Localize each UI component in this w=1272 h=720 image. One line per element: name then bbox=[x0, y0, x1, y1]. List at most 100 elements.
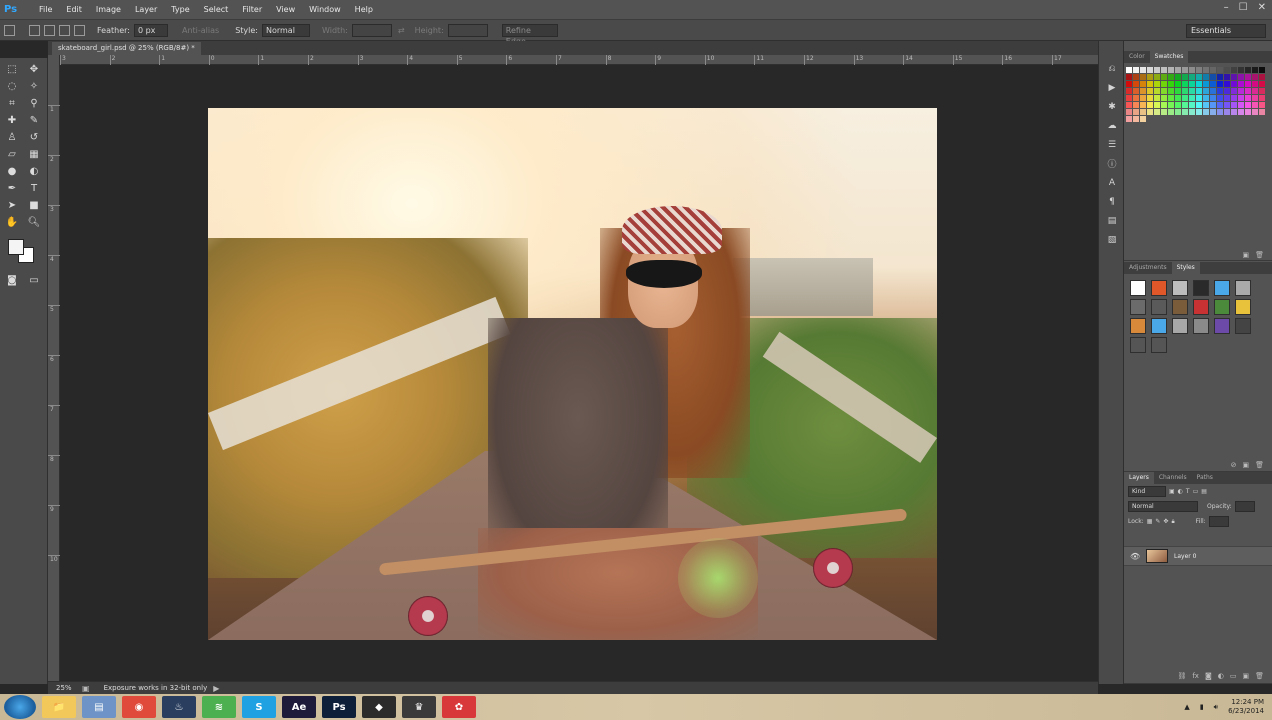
swatch[interactable] bbox=[1231, 81, 1237, 87]
swatch[interactable] bbox=[1196, 88, 1202, 94]
anti-alias-checkbox[interactable]: Anti-alias bbox=[182, 26, 219, 35]
swatch[interactable] bbox=[1189, 81, 1195, 87]
taskbar-app-red-icon[interactable]: ✿ bbox=[442, 696, 476, 718]
style-preset[interactable] bbox=[1151, 299, 1167, 315]
swatch[interactable] bbox=[1147, 74, 1153, 80]
style-preset[interactable] bbox=[1172, 299, 1188, 315]
swatch[interactable] bbox=[1133, 102, 1139, 108]
swatch[interactable] bbox=[1154, 109, 1160, 115]
swatch[interactable] bbox=[1154, 102, 1160, 108]
swatch[interactable] bbox=[1238, 67, 1244, 73]
swatch[interactable] bbox=[1224, 95, 1230, 101]
swatch[interactable] bbox=[1210, 109, 1216, 115]
filter-type-icon[interactable]: T bbox=[1186, 488, 1190, 495]
delete-layer-icon[interactable]: 🗑︎ bbox=[1255, 671, 1264, 683]
swatch[interactable] bbox=[1126, 81, 1132, 87]
swatch[interactable] bbox=[1168, 102, 1174, 108]
swatch[interactable] bbox=[1224, 102, 1230, 108]
tab-styles[interactable]: Styles bbox=[1171, 262, 1200, 274]
foreground-color-swatch[interactable] bbox=[8, 239, 24, 255]
clone-stamp-tool-icon[interactable]: ♙ bbox=[3, 130, 21, 144]
close-button[interactable]: ✕ bbox=[1258, 2, 1266, 13]
refine-edge-button[interactable]: Refine Edge... bbox=[501, 23, 558, 46]
swatch[interactable] bbox=[1224, 88, 1230, 94]
swatch[interactable] bbox=[1231, 74, 1237, 80]
delete-style-icon[interactable]: 🗑︎ bbox=[1255, 460, 1264, 471]
taskbar-spotify-icon[interactable]: ≋ bbox=[202, 696, 236, 718]
swatch[interactable] bbox=[1126, 116, 1132, 122]
swatch[interactable] bbox=[1189, 95, 1195, 101]
swatch[interactable] bbox=[1245, 88, 1251, 94]
screen-mode-icon[interactable]: ▭ bbox=[25, 273, 43, 287]
swatch[interactable] bbox=[1224, 116, 1230, 122]
menu-file[interactable]: File bbox=[32, 0, 59, 19]
swatch[interactable] bbox=[1224, 109, 1230, 115]
marquee-tool-icon[interactable]: ⬚ bbox=[3, 62, 21, 76]
layer-kind-select[interactable]: Kind bbox=[1128, 486, 1166, 497]
swatch[interactable] bbox=[1168, 116, 1174, 122]
swatch[interactable] bbox=[1147, 67, 1153, 73]
swatch[interactable] bbox=[1210, 67, 1216, 73]
taskbar-photoshop-icon[interactable]: Ps bbox=[322, 696, 356, 718]
filter-adjustment-icon[interactable]: ◐ bbox=[1178, 488, 1183, 495]
swatch[interactable] bbox=[1259, 74, 1265, 80]
tab-layers[interactable]: Layers bbox=[1124, 472, 1154, 484]
document-photo[interactable] bbox=[208, 108, 937, 640]
swatch[interactable] bbox=[1203, 88, 1209, 94]
lock-position-icon[interactable]: ✥ bbox=[1163, 518, 1168, 525]
swatch[interactable] bbox=[1238, 102, 1244, 108]
swatch[interactable] bbox=[1133, 116, 1139, 122]
swatch[interactable] bbox=[1245, 74, 1251, 80]
swatch[interactable] bbox=[1126, 88, 1132, 94]
swatch[interactable] bbox=[1252, 116, 1258, 122]
swatch[interactable] bbox=[1238, 81, 1244, 87]
swatch[interactable] bbox=[1252, 67, 1258, 73]
taskbar-chrome-icon[interactable]: ◉ bbox=[122, 696, 156, 718]
swatch[interactable] bbox=[1245, 67, 1251, 73]
swatch[interactable] bbox=[1189, 74, 1195, 80]
swatch[interactable] bbox=[1161, 102, 1167, 108]
history-icon[interactable]: ⎌ bbox=[1099, 59, 1125, 78]
fill-input[interactable] bbox=[1208, 516, 1229, 527]
taskbar-skype-icon[interactable]: S bbox=[242, 696, 276, 718]
swatch[interactable] bbox=[1210, 81, 1216, 87]
swatch[interactable] bbox=[1245, 102, 1251, 108]
swatch[interactable] bbox=[1147, 95, 1153, 101]
swatch[interactable] bbox=[1140, 116, 1146, 122]
style-preset[interactable] bbox=[1151, 280, 1167, 296]
swatch[interactable] bbox=[1182, 102, 1188, 108]
magic-wand-tool-icon[interactable]: ✧ bbox=[25, 79, 43, 93]
properties-icon[interactable]: ☰ bbox=[1099, 135, 1125, 154]
blend-mode-select[interactable]: Normal bbox=[1128, 501, 1198, 512]
swatch[interactable] bbox=[1182, 67, 1188, 73]
add-to-selection-icon[interactable] bbox=[44, 24, 55, 36]
swatch[interactable] bbox=[1140, 88, 1146, 94]
swatch[interactable] bbox=[1147, 81, 1153, 87]
swatch[interactable] bbox=[1154, 67, 1160, 73]
swatch[interactable] bbox=[1238, 116, 1244, 122]
swatch[interactable] bbox=[1182, 74, 1188, 80]
swatch[interactable] bbox=[1161, 95, 1167, 101]
swatch[interactable] bbox=[1245, 109, 1251, 115]
swatch[interactable] bbox=[1224, 74, 1230, 80]
document-tab[interactable]: skateboard_girl.psd @ 25% (RGB/8#) * bbox=[52, 42, 201, 55]
swatch[interactable] bbox=[1210, 88, 1216, 94]
swatch[interactable] bbox=[1252, 102, 1258, 108]
swatch[interactable] bbox=[1252, 81, 1258, 87]
ruler-vertical[interactable]: 1 2 3 4 5 6 7 8 9 10 bbox=[48, 55, 60, 681]
style-preset[interactable] bbox=[1214, 280, 1230, 296]
swatch[interactable] bbox=[1182, 116, 1188, 122]
new-layer-icon[interactable]: ▣ bbox=[1242, 671, 1249, 683]
swatch[interactable] bbox=[1203, 81, 1209, 87]
swatch[interactable] bbox=[1168, 67, 1174, 73]
style-preset[interactable] bbox=[1193, 318, 1209, 334]
swatch[interactable] bbox=[1259, 88, 1265, 94]
menu-help[interactable]: Help bbox=[348, 0, 380, 19]
swatch[interactable] bbox=[1175, 67, 1181, 73]
swatch[interactable] bbox=[1210, 116, 1216, 122]
status-menu-icon[interactable]: ▣ bbox=[82, 684, 90, 693]
taskbar-app-game-icon[interactable]: ♛ bbox=[402, 696, 436, 718]
swatch[interactable] bbox=[1231, 67, 1237, 73]
crop-tool-icon[interactable]: ⌗ bbox=[3, 96, 21, 110]
styles-grid[interactable] bbox=[1124, 274, 1272, 353]
